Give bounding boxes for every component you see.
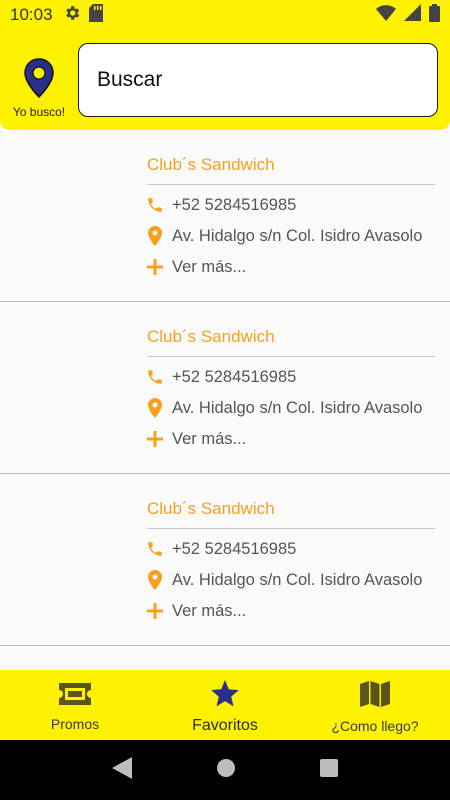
- address-text: Av. Hidalgo s/n Col. Isidro Avasolo: [172, 398, 423, 417]
- phone-icon: [146, 538, 164, 560]
- divider: [147, 528, 435, 529]
- star-icon: [210, 679, 240, 713]
- system-nav-bar: [0, 740, 450, 800]
- signal-icon: [404, 4, 421, 26]
- address-row[interactable]: Av. Hidalgo s/n Col. Isidro Avasolo: [146, 569, 422, 591]
- business-name[interactable]: Club´s Sandwich: [147, 155, 275, 175]
- phone-number[interactable]: +52 5284516985: [172, 196, 296, 215]
- phone-number[interactable]: +52 5284516985: [172, 540, 296, 559]
- nav-item-como-llego[interactable]: ¿Como llego?: [300, 670, 450, 740]
- bottom-nav: Promos Favoritos ¿Como llego?: [0, 670, 450, 740]
- battery-icon: [429, 3, 440, 27]
- ticket-icon: [59, 682, 91, 710]
- business-name[interactable]: Club´s Sandwich: [147, 327, 275, 347]
- home-icon[interactable]: [216, 758, 236, 783]
- results-list: Club´s Sandwich +52 5284516985 Av. Hidal…: [0, 130, 450, 646]
- nav-item-favoritos[interactable]: Favoritos: [150, 670, 300, 740]
- sd-card-icon: [88, 3, 103, 27]
- plus-icon: [146, 256, 164, 278]
- result-card[interactable]: Club´s Sandwich +52 5284516985 Av. Hidal…: [0, 302, 450, 474]
- nav-label: Favoritos: [192, 716, 258, 734]
- location-icon: [146, 569, 164, 591]
- see-more-label[interactable]: Ver más...: [172, 602, 246, 621]
- see-more-label[interactable]: Ver más...: [172, 430, 246, 449]
- see-more-link[interactable]: Ver más...: [146, 428, 246, 450]
- nav-item-promos[interactable]: Promos: [0, 670, 150, 740]
- wifi-icon: [376, 4, 396, 26]
- result-card[interactable]: Club´s Sandwich +52 5284516985 Av. Hidal…: [0, 474, 450, 646]
- phone-icon: [146, 194, 164, 216]
- phone-row[interactable]: +52 5284516985: [146, 366, 296, 388]
- gear-icon: [63, 4, 81, 27]
- status-time: 10:03: [10, 5, 53, 24]
- brand-label: Yo busco!: [12, 105, 66, 119]
- business-name[interactable]: Club´s Sandwich: [147, 499, 275, 519]
- search-input[interactable]: [97, 68, 419, 92]
- app-header: Yo busco!: [0, 30, 450, 130]
- see-more-link[interactable]: Ver más...: [146, 600, 246, 622]
- plus-icon: [146, 428, 164, 450]
- address-text: Av. Hidalgo s/n Col. Isidro Avasolo: [172, 226, 423, 245]
- divider: [147, 356, 435, 357]
- address-text: Av. Hidalgo s/n Col. Isidro Avasolo: [172, 570, 423, 589]
- result-card[interactable]: Club´s Sandwich +52 5284516985 Av. Hidal…: [0, 130, 450, 302]
- phone-number[interactable]: +52 5284516985: [172, 368, 296, 387]
- nav-label: ¿Como llego?: [331, 717, 419, 734]
- see-more-link[interactable]: Ver más...: [146, 256, 246, 278]
- address-row[interactable]: Av. Hidalgo s/n Col. Isidro Avasolo: [146, 397, 422, 419]
- back-icon[interactable]: [112, 756, 132, 784]
- recents-icon[interactable]: [320, 758, 338, 782]
- phone-row[interactable]: +52 5284516985: [146, 538, 296, 560]
- location-icon: [146, 225, 164, 247]
- phone-icon: [146, 366, 164, 388]
- plus-icon: [146, 600, 164, 622]
- status-bar: 10:03: [0, 0, 450, 30]
- brand-logo[interactable]: Yo busco!: [8, 58, 70, 119]
- phone-row[interactable]: +52 5284516985: [146, 194, 296, 216]
- search-box[interactable]: [78, 43, 438, 117]
- divider: [147, 184, 435, 185]
- address-row[interactable]: Av. Hidalgo s/n Col. Isidro Avasolo: [146, 225, 422, 247]
- location-icon: [146, 397, 164, 419]
- nav-label: Promos: [50, 715, 100, 732]
- location-pin-icon: [23, 58, 55, 103]
- see-more-label[interactable]: Ver más...: [172, 258, 246, 277]
- map-icon: [360, 680, 390, 712]
